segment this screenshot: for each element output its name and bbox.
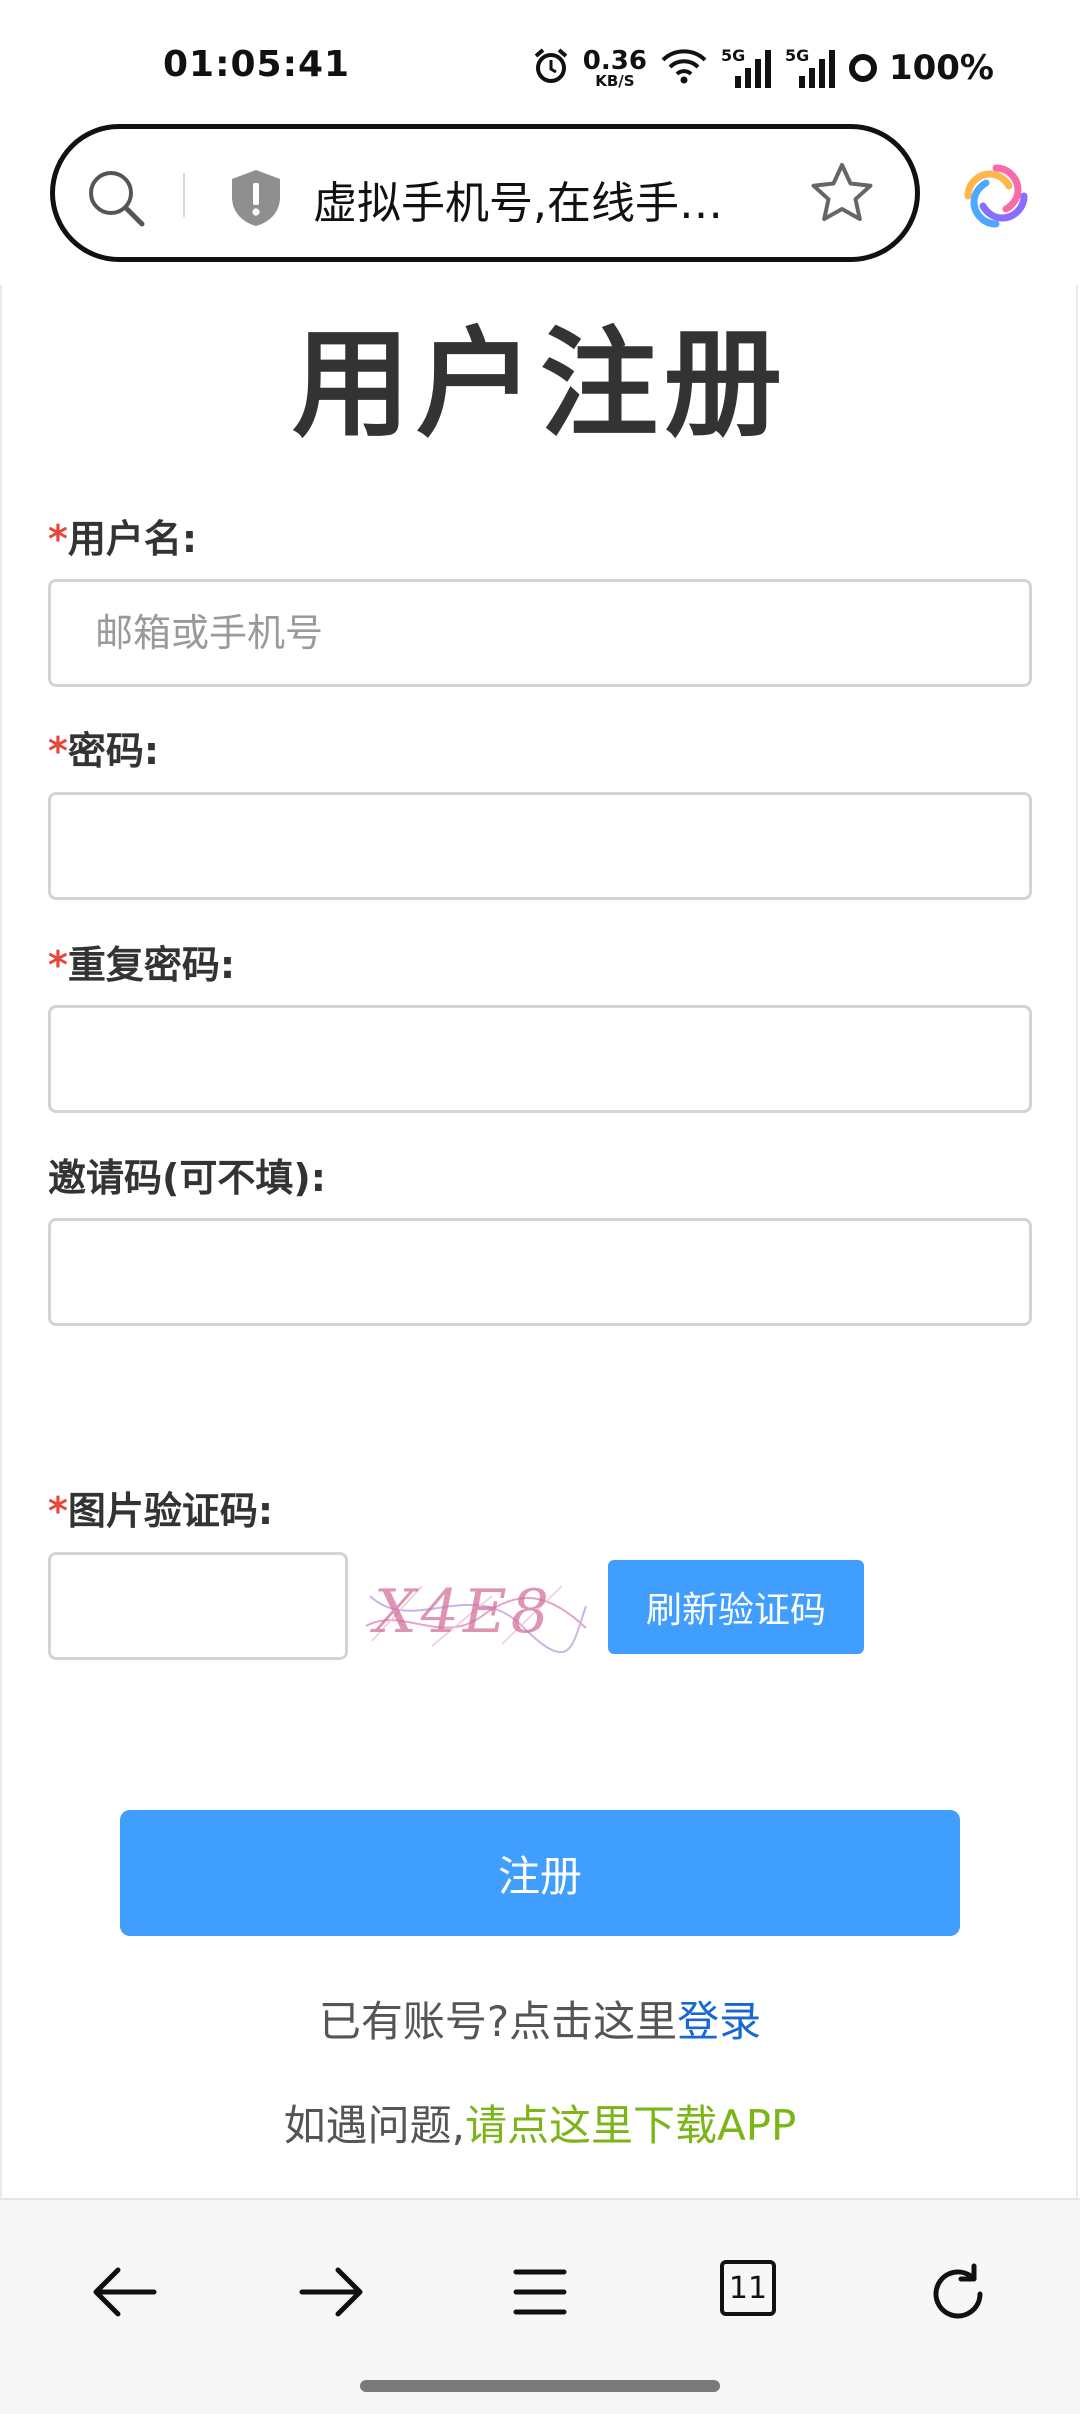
login-link[interactable]: 登录 <box>677 1997 761 2046</box>
download-app-link[interactable]: 请点这里下载APP <box>465 2101 796 2150</box>
home-indicator[interactable] <box>360 2380 720 2392</box>
captcha-input[interactable] <box>48 1552 348 1660</box>
arrow-left-icon[interactable] <box>88 2262 160 2326</box>
star-icon[interactable] <box>807 159 877 233</box>
register-button[interactable]: 注册 <box>120 1810 960 1936</box>
signal-5g-2-label: 5G <box>784 46 810 65</box>
required-mark: * <box>48 729 68 773</box>
alarm-icon <box>531 46 571 90</box>
network-speed-unit: KB/S <box>595 71 635 90</box>
signal-5g-1-label: 5G <box>720 46 746 65</box>
required-mark: * <box>48 943 68 987</box>
password-input[interactable] <box>48 792 1032 900</box>
username-label-text: 用户名: <box>67 517 198 561</box>
captcha-label: *图片验证码: <box>48 1480 273 1535</box>
help-prompt: 如遇问题,请点这里下载APP <box>0 2092 1080 2153</box>
username-label: *用户名: <box>48 508 197 563</box>
signal-5g-2: 5G <box>785 46 837 90</box>
invite-code-input[interactable] <box>48 1218 1032 1326</box>
battery-level: 100% <box>888 48 994 88</box>
login-prompt: 已有账号?点击这里登录 <box>0 1988 1080 2049</box>
signal-5g-1: 5G <box>721 46 773 90</box>
invite-code-label: 邀请码(可不填): <box>48 1147 326 1202</box>
address-divider <box>183 173 185 217</box>
refresh-icon[interactable] <box>926 2262 990 2330</box>
password-label-text: 密码: <box>67 729 160 773</box>
network-speed: 0.36 KB/S <box>583 48 647 89</box>
required-mark: * <box>48 1489 68 1533</box>
username-input[interactable] <box>48 579 1032 687</box>
tabs-icon[interactable]: 11 <box>720 2260 776 2316</box>
shield-icon[interactable] <box>227 167 285 233</box>
battery-icon <box>848 54 877 82</box>
refresh-captcha-button[interactable]: 刷新验证码 <box>608 1560 864 1654</box>
search-icon[interactable] <box>85 167 147 233</box>
required-mark: * <box>48 517 68 561</box>
invite-code-label-text: 邀请码(可不填): <box>48 1156 326 1200</box>
help-prompt-text: 如遇问题, <box>283 2101 465 2150</box>
address-bar[interactable]: 虚拟手机号,在线手… <box>50 124 920 262</box>
captcha-label-text: 图片验证码: <box>67 1489 274 1533</box>
menu-icon[interactable] <box>510 2262 570 2326</box>
browser-logo-icon[interactable] <box>962 162 1030 234</box>
status-time: 01:05:41 <box>163 44 351 85</box>
page-url-title[interactable]: 虚拟手机号,在线手… <box>313 167 723 231</box>
status-bar: 01:05:41 0.36 KB/S 5G 5G 100% <box>0 0 1080 120</box>
confirm-password-label: *重复密码: <box>48 934 235 989</box>
wifi-icon <box>659 46 709 90</box>
captcha-text: X4E8 <box>370 1577 553 1647</box>
confirm-password-label-text: 重复密码: <box>67 943 236 987</box>
network-speed-value: 0.36 <box>582 45 647 76</box>
captcha-image[interactable]: X4E8 <box>362 1556 590 1660</box>
arrow-right-icon[interactable] <box>296 2262 368 2326</box>
status-indicators: 0.36 KB/S 5G 5G 100% <box>531 40 994 96</box>
confirm-password-input[interactable] <box>48 1005 1032 1113</box>
login-prompt-text: 已有账号?点击这里 <box>318 1997 678 2046</box>
page-title: 用户注册 <box>291 315 788 453</box>
password-label: *密码: <box>48 720 159 775</box>
